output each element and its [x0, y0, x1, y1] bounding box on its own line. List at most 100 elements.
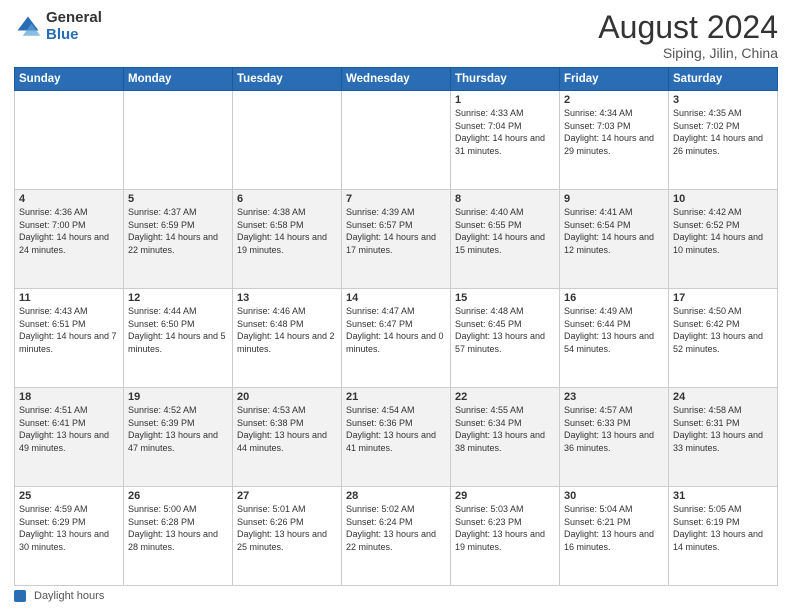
day-info: Sunrise: 4:36 AM Sunset: 7:00 PM Dayligh… — [19, 206, 119, 256]
footer-dot — [14, 590, 26, 602]
day-info: Sunrise: 4:49 AM Sunset: 6:44 PM Dayligh… — [564, 305, 664, 355]
day-number: 28 — [346, 490, 446, 502]
calendar-day-cell: 11Sunrise: 4:43 AM Sunset: 6:51 PM Dayli… — [15, 289, 124, 388]
calendar-day-cell: 27Sunrise: 5:01 AM Sunset: 6:26 PM Dayli… — [233, 487, 342, 586]
calendar-day-cell: 7Sunrise: 4:39 AM Sunset: 6:57 PM Daylig… — [342, 190, 451, 289]
day-info: Sunrise: 4:55 AM Sunset: 6:34 PM Dayligh… — [455, 404, 555, 454]
day-number: 16 — [564, 292, 664, 304]
day-info: Sunrise: 4:42 AM Sunset: 6:52 PM Dayligh… — [673, 206, 773, 256]
calendar-day-cell: 21Sunrise: 4:54 AM Sunset: 6:36 PM Dayli… — [342, 388, 451, 487]
calendar-week-row: 1Sunrise: 4:33 AM Sunset: 7:04 PM Daylig… — [15, 91, 778, 190]
day-number: 4 — [19, 193, 119, 205]
calendar-day-cell: 6Sunrise: 4:38 AM Sunset: 6:58 PM Daylig… — [233, 190, 342, 289]
calendar-day-header: Sunday — [15, 68, 124, 91]
calendar-day-cell: 1Sunrise: 4:33 AM Sunset: 7:04 PM Daylig… — [451, 91, 560, 190]
day-number: 18 — [19, 391, 119, 403]
calendar-day-cell: 25Sunrise: 4:59 AM Sunset: 6:29 PM Dayli… — [15, 487, 124, 586]
calendar-day-cell — [233, 91, 342, 190]
calendar-week-row: 11Sunrise: 4:43 AM Sunset: 6:51 PM Dayli… — [15, 289, 778, 388]
day-number: 21 — [346, 391, 446, 403]
calendar-table: SundayMondayTuesdayWednesdayThursdayFrid… — [14, 67, 778, 586]
day-info: Sunrise: 5:00 AM Sunset: 6:28 PM Dayligh… — [128, 503, 228, 553]
calendar-week-row: 18Sunrise: 4:51 AM Sunset: 6:41 PM Dayli… — [15, 388, 778, 487]
day-info: Sunrise: 4:57 AM Sunset: 6:33 PM Dayligh… — [564, 404, 664, 454]
day-number: 3 — [673, 94, 773, 106]
day-number: 1 — [455, 94, 555, 106]
day-info: Sunrise: 4:46 AM Sunset: 6:48 PM Dayligh… — [237, 305, 337, 355]
day-number: 13 — [237, 292, 337, 304]
calendar-day-cell — [124, 91, 233, 190]
calendar-day-cell: 8Sunrise: 4:40 AM Sunset: 6:55 PM Daylig… — [451, 190, 560, 289]
calendar-day-cell: 26Sunrise: 5:00 AM Sunset: 6:28 PM Dayli… — [124, 487, 233, 586]
day-info: Sunrise: 4:54 AM Sunset: 6:36 PM Dayligh… — [346, 404, 446, 454]
calendar-day-cell: 20Sunrise: 4:53 AM Sunset: 6:38 PM Dayli… — [233, 388, 342, 487]
calendar-day-cell: 15Sunrise: 4:48 AM Sunset: 6:45 PM Dayli… — [451, 289, 560, 388]
day-info: Sunrise: 4:59 AM Sunset: 6:29 PM Dayligh… — [19, 503, 119, 553]
calendar-day-cell: 10Sunrise: 4:42 AM Sunset: 6:52 PM Dayli… — [669, 190, 778, 289]
day-number: 5 — [128, 193, 228, 205]
day-info: Sunrise: 4:38 AM Sunset: 6:58 PM Dayligh… — [237, 206, 337, 256]
day-info: Sunrise: 4:51 AM Sunset: 6:41 PM Dayligh… — [19, 404, 119, 454]
logo-icon — [14, 13, 42, 41]
day-number: 8 — [455, 193, 555, 205]
calendar-day-header: Saturday — [669, 68, 778, 91]
day-number: 23 — [564, 391, 664, 403]
calendar-day-cell: 29Sunrise: 5:03 AM Sunset: 6:23 PM Dayli… — [451, 487, 560, 586]
day-number: 31 — [673, 490, 773, 502]
calendar-day-header: Monday — [124, 68, 233, 91]
day-number: 29 — [455, 490, 555, 502]
calendar-day-cell: 18Sunrise: 4:51 AM Sunset: 6:41 PM Dayli… — [15, 388, 124, 487]
calendar-day-cell — [342, 91, 451, 190]
day-number: 25 — [19, 490, 119, 502]
calendar-day-cell: 4Sunrise: 4:36 AM Sunset: 7:00 PM Daylig… — [15, 190, 124, 289]
calendar-day-cell: 12Sunrise: 4:44 AM Sunset: 6:50 PM Dayli… — [124, 289, 233, 388]
location: Siping, Jilin, China — [598, 45, 778, 61]
day-number: 27 — [237, 490, 337, 502]
footer: Daylight hours — [14, 590, 778, 602]
day-number: 15 — [455, 292, 555, 304]
day-info: Sunrise: 5:04 AM Sunset: 6:21 PM Dayligh… — [564, 503, 664, 553]
calendar-day-cell: 30Sunrise: 5:04 AM Sunset: 6:21 PM Dayli… — [560, 487, 669, 586]
day-number: 2 — [564, 94, 664, 106]
calendar-week-row: 4Sunrise: 4:36 AM Sunset: 7:00 PM Daylig… — [15, 190, 778, 289]
day-info: Sunrise: 4:43 AM Sunset: 6:51 PM Dayligh… — [19, 305, 119, 355]
day-info: Sunrise: 4:48 AM Sunset: 6:45 PM Dayligh… — [455, 305, 555, 355]
calendar-day-cell: 28Sunrise: 5:02 AM Sunset: 6:24 PM Dayli… — [342, 487, 451, 586]
calendar-day-cell: 19Sunrise: 4:52 AM Sunset: 6:39 PM Dayli… — [124, 388, 233, 487]
day-number: 20 — [237, 391, 337, 403]
day-info: Sunrise: 4:53 AM Sunset: 6:38 PM Dayligh… — [237, 404, 337, 454]
title-block: August 2024 Siping, Jilin, China — [598, 10, 778, 61]
day-number: 17 — [673, 292, 773, 304]
calendar-day-header: Wednesday — [342, 68, 451, 91]
day-info: Sunrise: 5:03 AM Sunset: 6:23 PM Dayligh… — [455, 503, 555, 553]
calendar-day-header: Tuesday — [233, 68, 342, 91]
calendar-day-cell — [15, 91, 124, 190]
calendar-day-cell: 14Sunrise: 4:47 AM Sunset: 6:47 PM Dayli… — [342, 289, 451, 388]
day-info: Sunrise: 4:35 AM Sunset: 7:02 PM Dayligh… — [673, 107, 773, 157]
day-number: 14 — [346, 292, 446, 304]
day-number: 6 — [237, 193, 337, 205]
calendar-header-row: SundayMondayTuesdayWednesdayThursdayFrid… — [15, 68, 778, 91]
day-info: Sunrise: 4:33 AM Sunset: 7:04 PM Dayligh… — [455, 107, 555, 157]
day-number: 19 — [128, 391, 228, 403]
day-number: 7 — [346, 193, 446, 205]
day-number: 10 — [673, 193, 773, 205]
footer-label: Daylight hours — [34, 590, 104, 602]
day-info: Sunrise: 4:44 AM Sunset: 6:50 PM Dayligh… — [128, 305, 228, 355]
logo-blue: Blue — [46, 27, 102, 44]
day-info: Sunrise: 4:52 AM Sunset: 6:39 PM Dayligh… — [128, 404, 228, 454]
day-info: Sunrise: 4:40 AM Sunset: 6:55 PM Dayligh… — [455, 206, 555, 256]
day-info: Sunrise: 4:41 AM Sunset: 6:54 PM Dayligh… — [564, 206, 664, 256]
day-info: Sunrise: 4:34 AM Sunset: 7:03 PM Dayligh… — [564, 107, 664, 157]
logo-text: General Blue — [46, 10, 102, 43]
calendar-day-cell: 23Sunrise: 4:57 AM Sunset: 6:33 PM Dayli… — [560, 388, 669, 487]
calendar-day-cell: 31Sunrise: 5:05 AM Sunset: 6:19 PM Dayli… — [669, 487, 778, 586]
logo-general: General — [46, 10, 102, 27]
day-number: 30 — [564, 490, 664, 502]
day-info: Sunrise: 4:47 AM Sunset: 6:47 PM Dayligh… — [346, 305, 446, 355]
calendar-day-cell: 3Sunrise: 4:35 AM Sunset: 7:02 PM Daylig… — [669, 91, 778, 190]
day-info: Sunrise: 5:05 AM Sunset: 6:19 PM Dayligh… — [673, 503, 773, 553]
day-number: 24 — [673, 391, 773, 403]
month-title: August 2024 — [598, 10, 778, 45]
calendar-day-cell: 17Sunrise: 4:50 AM Sunset: 6:42 PM Dayli… — [669, 289, 778, 388]
